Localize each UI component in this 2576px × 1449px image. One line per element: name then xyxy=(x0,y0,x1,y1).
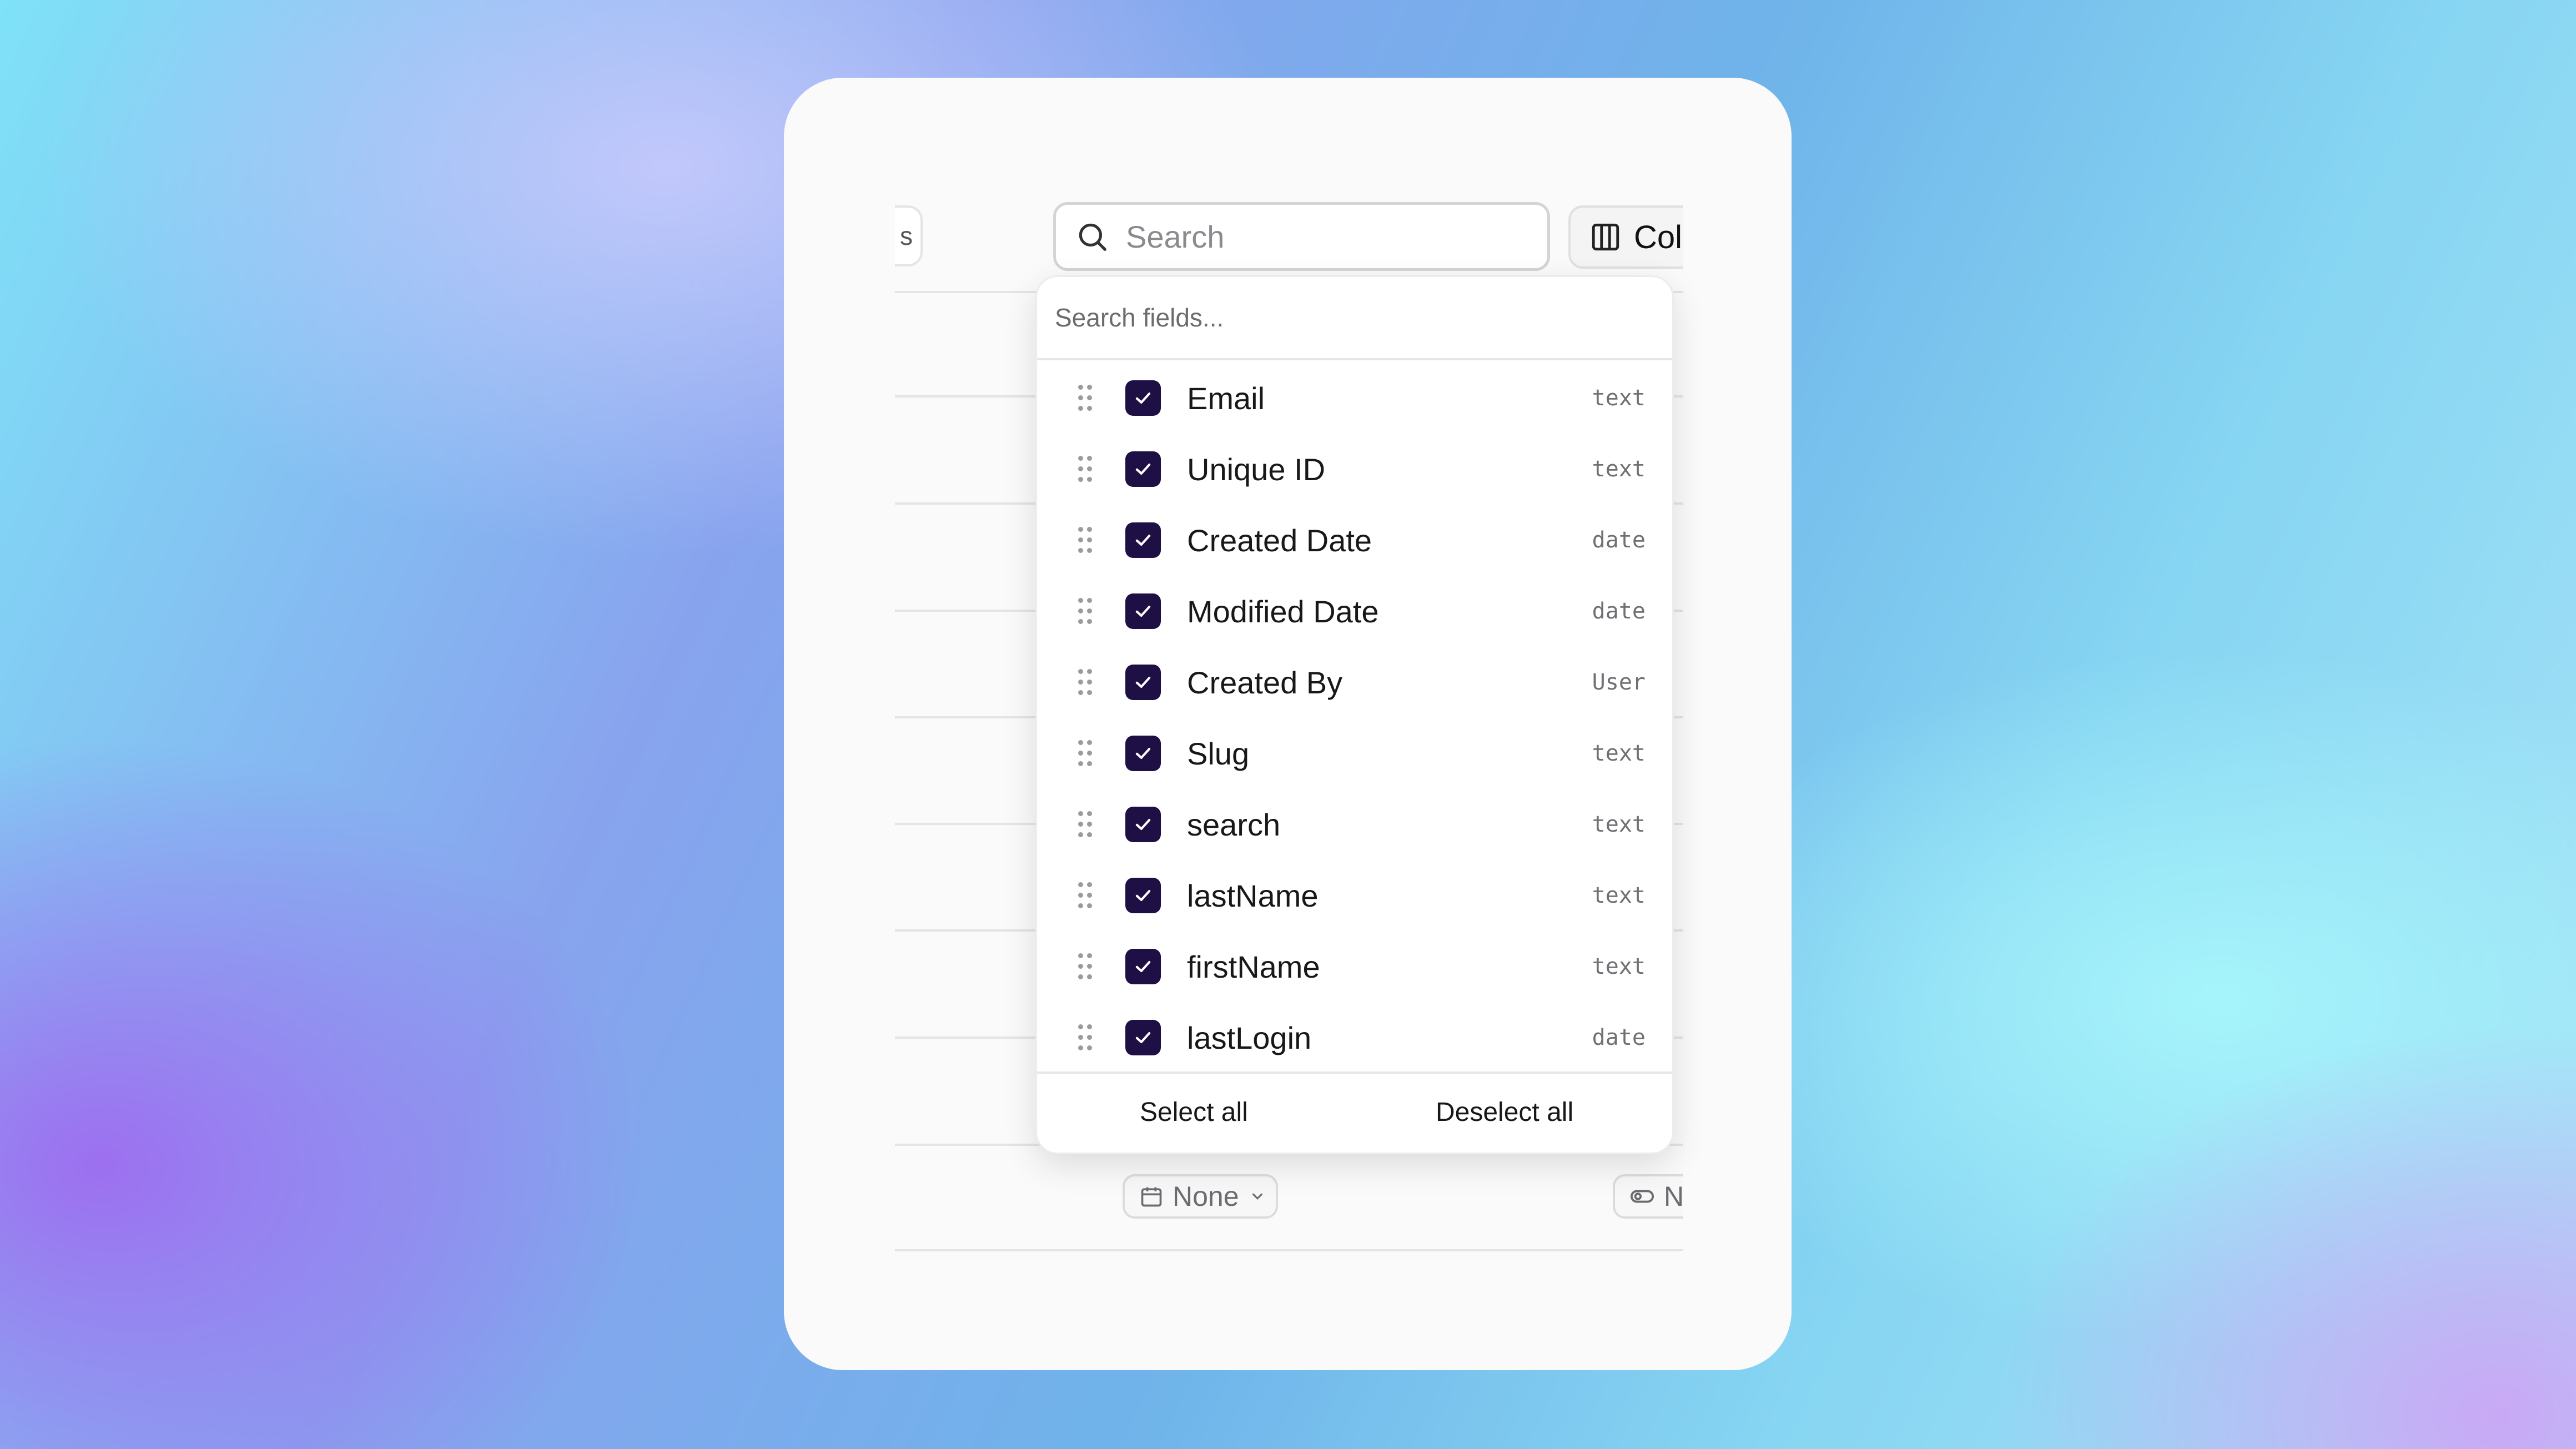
picker-footer: Select all Deselect all xyxy=(1037,1071,1672,1153)
drag-handle-icon[interactable] xyxy=(1078,598,1095,625)
check-icon xyxy=(1135,819,1151,830)
field-type: text xyxy=(1592,741,1646,766)
field-checkbox[interactable] xyxy=(1125,593,1161,629)
field-checkbox[interactable] xyxy=(1125,949,1161,984)
columns-button[interactable]: Columns xyxy=(1568,205,1683,269)
chevron-down-icon xyxy=(1252,1193,1262,1200)
field-label: search xyxy=(1187,807,1281,842)
field-type: User xyxy=(1592,670,1646,695)
filters-button[interactable]: s xyxy=(895,205,923,266)
date-filter-select[interactable]: None xyxy=(1123,1174,1278,1219)
search-placeholder: Search xyxy=(1126,219,1225,254)
field-item[interactable]: Unique ID text xyxy=(1037,434,1672,505)
check-icon xyxy=(1135,961,1151,972)
calendar-icon xyxy=(1141,1187,1162,1207)
field-item[interactable]: Created By User xyxy=(1037,647,1672,718)
field-checkbox[interactable] xyxy=(1125,1020,1161,1055)
select-all-button[interactable]: Select all xyxy=(1140,1097,1248,1128)
drag-handle-icon[interactable] xyxy=(1078,385,1095,411)
deselect-all-button[interactable]: Deselect all xyxy=(1436,1097,1573,1128)
field-label: firstName xyxy=(1187,949,1320,984)
field-item[interactable]: firstName text xyxy=(1037,931,1672,1002)
field-search-input[interactable] xyxy=(1054,302,1611,333)
check-icon xyxy=(1135,393,1151,404)
field-type: text xyxy=(1592,385,1646,411)
field-label: Created By xyxy=(1187,665,1343,700)
columns-label: Columns xyxy=(1634,219,1683,255)
drag-handle-icon[interactable] xyxy=(1078,669,1095,696)
check-icon xyxy=(1135,535,1151,546)
field-checkbox[interactable] xyxy=(1125,380,1161,416)
field-item[interactable]: Email text xyxy=(1037,363,1672,434)
field-label: Email xyxy=(1187,380,1265,416)
field-type: date xyxy=(1592,1025,1646,1050)
table-divider xyxy=(895,1249,1683,1251)
field-checkbox[interactable] xyxy=(1125,736,1161,771)
field-item[interactable]: Created Date date xyxy=(1037,505,1672,576)
drag-handle-icon[interactable] xyxy=(1078,456,1095,482)
field-label: Unique ID xyxy=(1187,451,1326,487)
field-item[interactable]: lastName text xyxy=(1037,860,1672,931)
check-icon xyxy=(1135,464,1151,475)
search-icon xyxy=(1079,223,1106,251)
check-icon xyxy=(1135,890,1151,901)
visibility-filter-value: None xyxy=(1664,1181,1683,1212)
field-label: Created Date xyxy=(1187,522,1372,558)
field-checkbox[interactable] xyxy=(1125,807,1161,842)
date-filter-value: None xyxy=(1173,1181,1239,1212)
field-checkbox[interactable] xyxy=(1125,522,1161,558)
drag-handle-icon[interactable] xyxy=(1078,811,1095,838)
field-checkbox[interactable] xyxy=(1125,878,1161,913)
eye-icon xyxy=(1630,1190,1654,1203)
field-type: text xyxy=(1592,954,1646,979)
field-item[interactable]: search text xyxy=(1037,789,1672,860)
field-label: lastLogin xyxy=(1187,1020,1312,1055)
field-type: text xyxy=(1592,812,1646,837)
check-icon xyxy=(1135,606,1151,617)
field-checkbox[interactable] xyxy=(1125,665,1161,700)
drag-handle-icon[interactable] xyxy=(1078,953,1095,980)
field-type: text xyxy=(1592,456,1646,482)
columns-icon xyxy=(1592,223,1619,251)
drag-handle-icon[interactable] xyxy=(1078,740,1095,767)
field-label: lastName xyxy=(1187,878,1319,913)
field-label: Modified Date xyxy=(1187,593,1379,629)
field-label: Slug xyxy=(1187,736,1250,771)
field-type: date xyxy=(1592,598,1646,624)
field-checkbox[interactable] xyxy=(1125,451,1161,487)
column-picker-dropdown: EmailtextUnique IDtextCreated DatedateMo… xyxy=(1035,275,1674,1154)
field-item[interactable]: lastLogin date xyxy=(1037,1002,1672,1073)
field-type: text xyxy=(1592,883,1646,908)
visibility-filter-select[interactable]: None xyxy=(1613,1174,1683,1219)
search-input[interactable]: Search xyxy=(1053,202,1550,271)
check-icon xyxy=(1135,748,1151,759)
drag-handle-icon[interactable] xyxy=(1078,882,1095,909)
drag-handle-icon[interactable] xyxy=(1078,1024,1095,1051)
field-search xyxy=(1037,277,1672,360)
field-list: Email text Unique ID text Created Date date Mo… xyxy=(1037,363,1672,1073)
field-item[interactable]: Slug text xyxy=(1037,718,1672,789)
check-icon xyxy=(1135,1032,1151,1043)
field-type: date xyxy=(1592,527,1646,553)
card-container: s Search Columns la None xyxy=(784,78,1792,1370)
check-icon xyxy=(1135,677,1151,688)
drag-handle-icon[interactable] xyxy=(1078,527,1095,554)
field-item[interactable]: Modified Date date xyxy=(1037,576,1672,647)
